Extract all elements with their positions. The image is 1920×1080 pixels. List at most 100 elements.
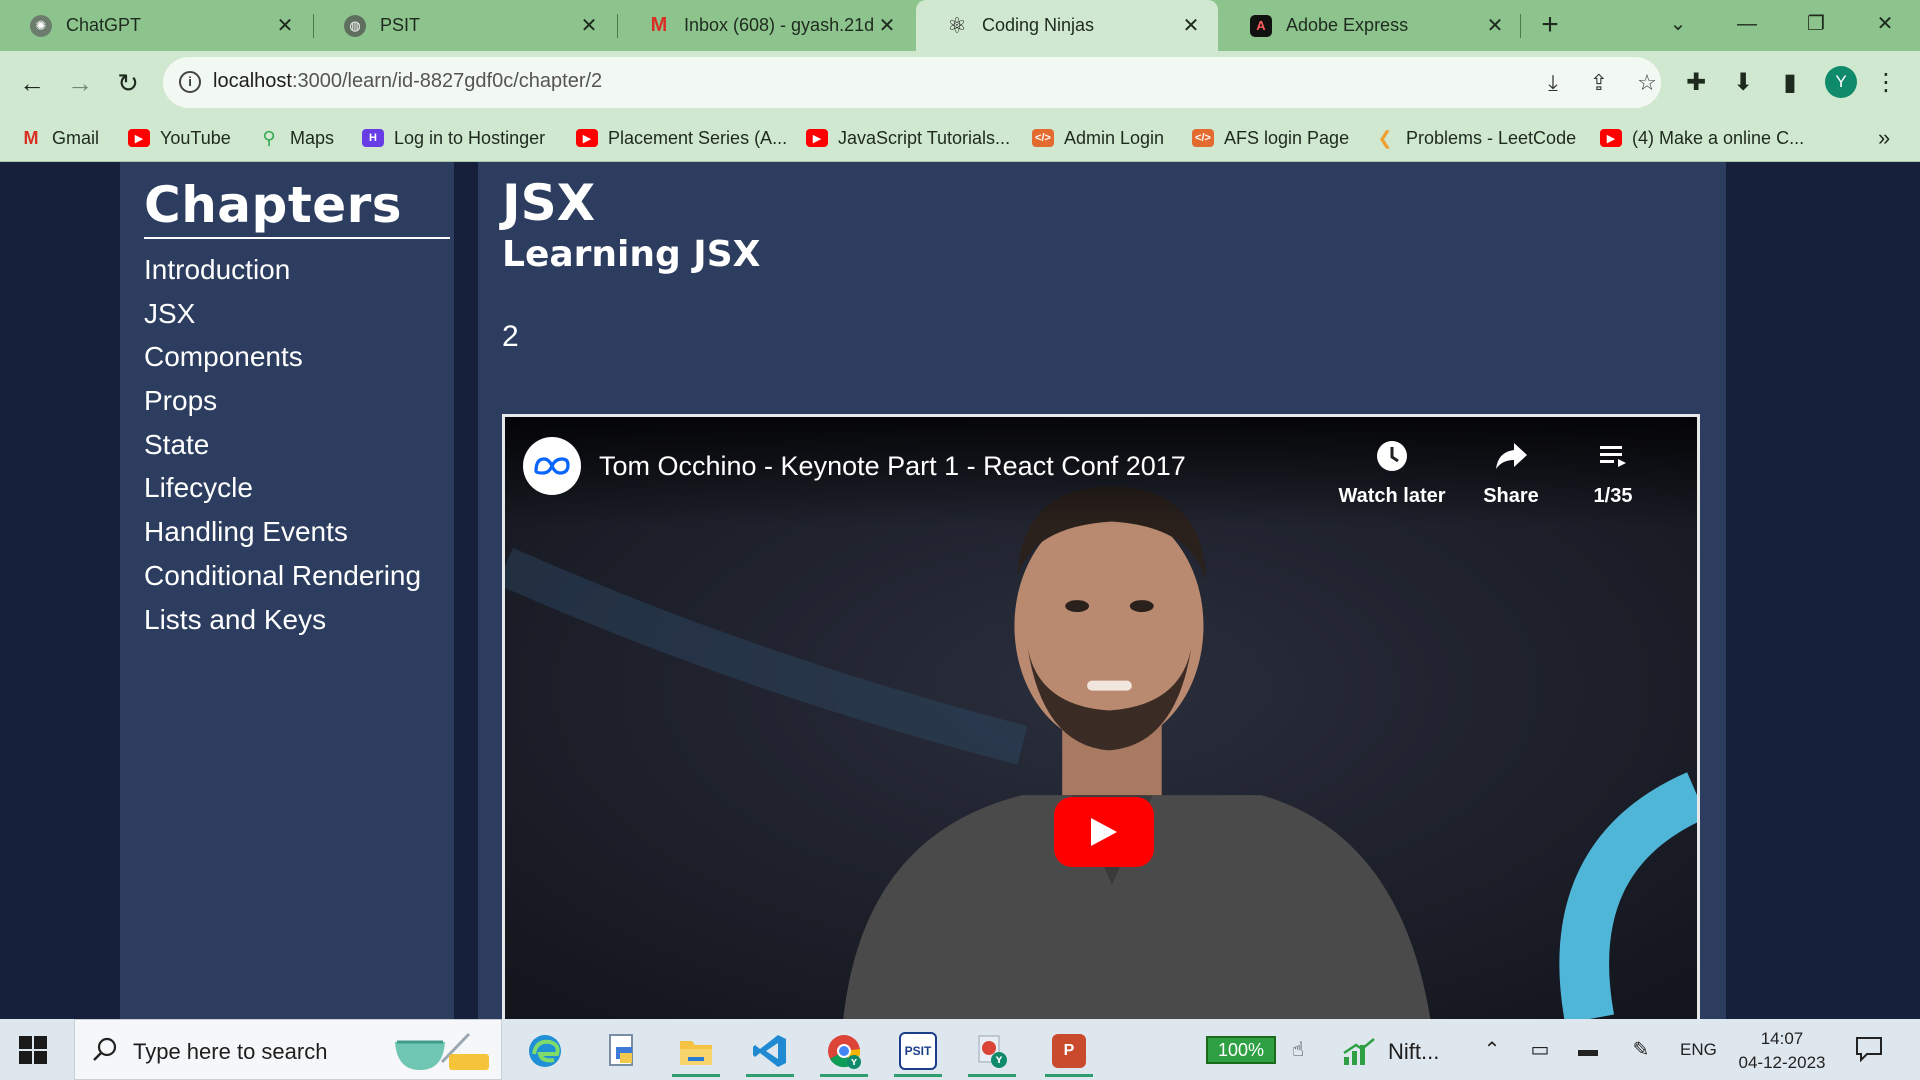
- battery-icon[interactable]: ▬: [1574, 1037, 1602, 1063]
- powerpoint-icon: P: [1052, 1034, 1086, 1068]
- chapter-handling-events[interactable]: Handling Events: [144, 510, 421, 554]
- close-window-button[interactable]: ✕: [1862, 8, 1908, 40]
- bookmark-label: Placement Series (A...: [608, 127, 788, 148]
- close-icon[interactable]: ✕: [874, 13, 900, 38]
- taskbar-edge[interactable]: [517, 1025, 573, 1077]
- install-app-icon[interactable]: ⤓: [1539, 69, 1567, 97]
- zoom-indicator[interactable]: 100%: [1206, 1036, 1276, 1064]
- chapter-introduction[interactable]: Introduction: [144, 248, 421, 292]
- tab-title: PSIT: [380, 15, 421, 35]
- bookmark-maps[interactable]: ⚲ Maps: [258, 124, 334, 152]
- close-icon[interactable]: ✕: [576, 13, 602, 38]
- chapter-jsx[interactable]: JSX: [144, 292, 421, 336]
- bookmark-label: Maps: [290, 127, 335, 148]
- close-icon[interactable]: ✕: [1482, 13, 1508, 38]
- taskbar-psit[interactable]: PSIT: [890, 1025, 946, 1077]
- share-icon[interactable]: ⇪: [1585, 69, 1613, 97]
- tab-title: Inbox (608) - gyash.21de: [684, 15, 874, 35]
- more-bookmarks-button[interactable]: »: [1878, 124, 1890, 152]
- html-icon: </>: [1192, 129, 1214, 147]
- clock[interactable]: 14:07 04-12-2023: [1736, 1027, 1828, 1075]
- bookmark-hostinger[interactable]: H Log in to Hostinger: [362, 124, 545, 152]
- site-info-icon[interactable]: i: [179, 71, 201, 93]
- watch-later-button[interactable]: Watch later: [1337, 435, 1447, 508]
- bookmark-admin-login[interactable]: </> Admin Login: [1032, 124, 1164, 152]
- side-panel-icon[interactable]: ▮: [1774, 67, 1806, 99]
- gmail-icon: M: [23, 127, 39, 148]
- chapter-state[interactable]: State: [144, 423, 421, 467]
- taskbar-chrome-profile[interactable]: Y: [964, 1025, 1020, 1077]
- language-indicator[interactable]: ENG: [1680, 1040, 1717, 1060]
- profile-avatar[interactable]: Y: [1825, 66, 1857, 98]
- windows-start-icon[interactable]: [18, 1035, 48, 1065]
- pen-icon[interactable]: ✎: [1627, 1037, 1655, 1063]
- taskbar-search[interactable]: Type here to search: [74, 1019, 502, 1080]
- play-icon: [1091, 818, 1117, 846]
- tab-adobe-express[interactable]: A Adobe Express ✕: [1220, 0, 1522, 51]
- tab-chatgpt[interactable]: ✺ ChatGPT ✕: [0, 0, 312, 51]
- share-button[interactable]: Share: [1456, 435, 1566, 508]
- downloads-icon[interactable]: ⬇: [1727, 67, 1759, 99]
- taskbar-vscode[interactable]: [742, 1025, 798, 1077]
- watch-later-label: Watch later: [1338, 485, 1446, 507]
- share-arrow-icon: [1456, 435, 1566, 477]
- tab-search-chevron-icon[interactable]: ⌄: [1655, 8, 1701, 40]
- network-icon[interactable]: ▭: [1526, 1037, 1554, 1063]
- touch-icon[interactable]: ☝: [1284, 1037, 1312, 1063]
- bookmark-make-online[interactable]: ▶ (4) Make a online C...: [1600, 124, 1804, 152]
- extensions-icon[interactable]: ✚: [1680, 67, 1712, 99]
- bookmark-javascript-tutorials[interactable]: ▶ JavaScript Tutorials...: [806, 124, 1010, 152]
- bookmark-youtube[interactable]: ▶ YouTube: [128, 124, 231, 152]
- bookmark-leetcode[interactable]: ❮ Problems - LeetCode: [1374, 124, 1576, 152]
- taskbar-file-explorer[interactable]: [668, 1025, 724, 1077]
- taskbar-powerpoint[interactable]: P: [1041, 1025, 1097, 1077]
- chapter-lifecycle[interactable]: Lifecycle: [144, 466, 421, 510]
- video-title[interactable]: Tom Occhino - Keynote Part 1 - React Con…: [599, 451, 1186, 482]
- chapter-components[interactable]: Components: [144, 335, 421, 379]
- sidebar-title-underline: [144, 237, 450, 239]
- playlist-button[interactable]: 1/35: [1558, 435, 1668, 508]
- taskbar-chrome[interactable]: Y: [816, 1025, 872, 1077]
- chapter-lists-and-keys[interactable]: Lists and Keys: [144, 598, 421, 642]
- bookmark-placement-series[interactable]: ▶ Placement Series (A...: [576, 124, 787, 152]
- bookmark-label: (4) Make a online C...: [1632, 127, 1805, 148]
- tab-strip: ✺ ChatGPT ✕ ◍ PSIT ✕ M Inbox (608) - gya…: [0, 0, 1920, 51]
- stock-label: Nift...: [1388, 1039, 1440, 1064]
- svg-text:Y: Y: [850, 1058, 857, 1067]
- back-button[interactable]: ←: [14, 65, 50, 101]
- sidebar-title: Chapters: [144, 176, 403, 234]
- restore-button[interactable]: ❐: [1793, 8, 1839, 40]
- chevron-up-icon[interactable]: ⌃: [1478, 1037, 1506, 1063]
- url-text[interactable]: localhost:3000/learn/id-8827gdf0c/chapte…: [213, 70, 602, 93]
- new-tab-button[interactable]: +: [1531, 6, 1569, 44]
- chapter-conditional-rendering[interactable]: Conditional Rendering: [144, 554, 421, 598]
- meta-logo-icon[interactable]: [523, 437, 581, 495]
- bookmark-gmail[interactable]: M Gmail: [20, 124, 100, 152]
- close-icon[interactable]: ✕: [272, 13, 298, 38]
- taskbar-file[interactable]: [594, 1025, 650, 1077]
- playlist-count: 1/35: [1593, 485, 1633, 507]
- close-icon[interactable]: ✕: [1178, 13, 1204, 38]
- bookmark-star-icon[interactable]: ☆: [1633, 69, 1661, 97]
- chapter-props[interactable]: Props: [144, 379, 421, 423]
- chapters-sidebar: Chapters Introduction JSX Components Pro…: [120, 162, 454, 1019]
- html-icon: </>: [1032, 129, 1054, 147]
- reload-button[interactable]: ↻: [110, 65, 146, 101]
- clock-date: 04-12-2023: [1738, 1053, 1826, 1072]
- search-icon: [93, 1037, 117, 1061]
- menu-kebab-icon[interactable]: ⋮: [1870, 67, 1902, 99]
- play-button[interactable]: [1054, 797, 1154, 867]
- bookmark-afs-login[interactable]: </> AFS login Page: [1192, 124, 1349, 152]
- tab-gmail[interactable]: M Inbox (608) - gyash.21de ✕: [618, 0, 914, 51]
- stock-widget[interactable]: Nift...: [1342, 1037, 1439, 1067]
- youtube-embed[interactable]: Tom Occhino - Keynote Part 1 - React Con…: [502, 414, 1700, 1019]
- tab-title: ChatGPT: [66, 15, 142, 35]
- tab-coding-ninjas[interactable]: ⚛ Coding Ninjas ✕: [916, 0, 1218, 51]
- active-indicator: [820, 1074, 868, 1077]
- url-path: :3000/learn/id-8827gdf0c/chapter/2: [291, 70, 603, 92]
- tab-psit[interactable]: ◍ PSIT ✕: [314, 0, 616, 51]
- minimize-button[interactable]: —: [1724, 8, 1770, 40]
- address-bar[interactable]: i localhost:3000/learn/id-8827gdf0c/chap…: [163, 57, 1661, 108]
- forward-button[interactable]: →: [62, 65, 98, 101]
- notification-icon[interactable]: [1855, 1036, 1883, 1062]
